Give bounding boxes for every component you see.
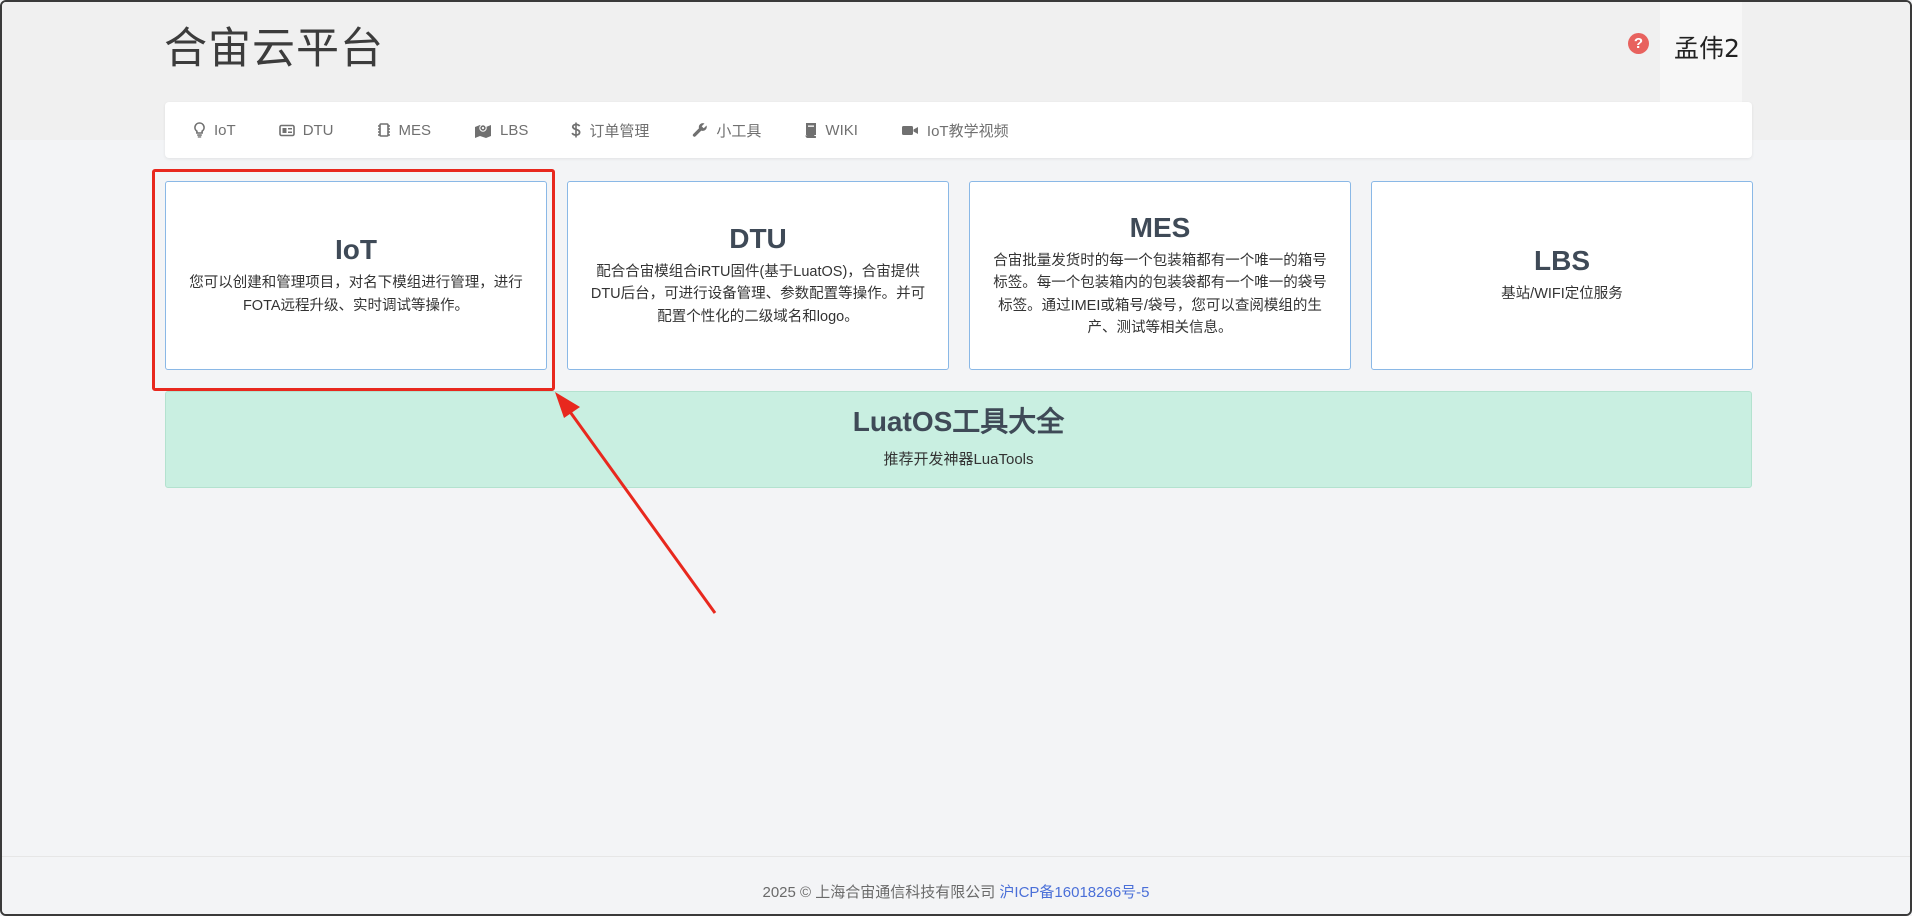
card-title: IoT — [335, 234, 377, 265]
map-icon — [475, 123, 492, 138]
card-title: MES — [1129, 211, 1191, 243]
wrench-icon — [693, 123, 708, 137]
card-description: 基站/WIFI定位服务 — [1501, 286, 1623, 303]
card-title: DTU — [729, 222, 787, 254]
nav-item-lbs[interactable]: LBS — [474, 122, 528, 139]
icp-link[interactable]: 沪ICP备16018266号-5 — [999, 884, 1149, 901]
main-nav: IoT DTU MES LBS 订单管理 小工具 WIKI IoT教学视频 — [165, 102, 1752, 158]
nav-item-label: IoT — [214, 121, 236, 139]
card-description: 您可以创建和管理项目，对名下模组进行管理，进行FOTA远程升级、实时调试等操作。 — [189, 275, 523, 314]
lightbulb-icon — [194, 122, 205, 138]
help-icon[interactable]: ? — [1628, 33, 1649, 54]
footer: 2025 © 上海合宙通信科技有限公司 沪ICP备16018266号-5 — [2, 856, 1910, 914]
nav-item-orders[interactable]: 订单管理 — [571, 120, 649, 141]
dollar-icon — [571, 122, 581, 138]
card-mes[interactable]: MES 合宙批量发货时的每一个包装箱都有一个唯一的箱号标签。每一个包装箱内的包装… — [969, 181, 1351, 370]
nav-item-label: WIKI — [825, 121, 858, 139]
nav-item-label: LBS — [500, 121, 529, 139]
card-lbs[interactable]: LBS 基站/WIFI定位服务 — [1371, 181, 1753, 370]
nav-item-iot[interactable]: IoT — [193, 122, 236, 139]
nav-item-videos[interactable]: IoT教学视频 — [901, 120, 1009, 141]
card-description: 配合合宙模组合iRTU固件(基于LuatOS)，合宙提供DTU后台，可进行设备管… — [590, 263, 926, 325]
nav-item-label: IoT教学视频 — [926, 122, 1009, 140]
nav-item-label: 小工具 — [716, 122, 762, 140]
browser-window: 合宙云平台 ? 孟伟2 IoT DTU MES LBS 订单管理 小工具 WIK… — [0, 0, 1912, 916]
banner-title: LuatOS工具大全 — [852, 406, 1065, 437]
footer-copyright: 2025 © 上海合宙通信科技有限公司 — [762, 884, 1000, 901]
nav-item-tools[interactable]: 小工具 — [692, 120, 761, 141]
book-icon — [805, 123, 817, 138]
nav-item-dtu[interactable]: DTU — [278, 121, 334, 139]
banner-subtitle: 推荐开发神器LuaTools — [883, 451, 1034, 468]
page-title: 合宙云平台 — [164, 25, 384, 73]
video-icon — [901, 125, 918, 135]
card-iot[interactable]: IoT 您可以创建和管理项目，对名下模组进行管理，进行FOTA远程升级、实时调试… — [165, 181, 547, 370]
chip-icon — [377, 123, 390, 137]
card-dtu[interactable]: DTU 配合合宙模组合iRTU固件(基于LuatOS)，合宙提供DTU后台，可进… — [567, 181, 949, 370]
nav-item-mes[interactable]: MES — [377, 121, 432, 139]
nav-item-label: MES — [398, 121, 432, 139]
nav-item-wiki[interactable]: WIKI — [804, 122, 858, 139]
device-icon — [278, 124, 295, 136]
card-description: 合宙批量发货时的每一个包装箱都有一个唯一的箱号标签。每一个包装箱内的包装袋都有一… — [993, 252, 1327, 337]
card-title: LBS — [1534, 245, 1590, 277]
user-name[interactable]: 孟伟2 — [1674, 29, 1740, 65]
nav-item-label: 订单管理 — [589, 122, 650, 140]
nav-item-label: DTU — [302, 121, 334, 139]
luatos-tools-banner[interactable]: LuatOS工具大全 推荐开发神器LuaTools — [165, 391, 1752, 488]
